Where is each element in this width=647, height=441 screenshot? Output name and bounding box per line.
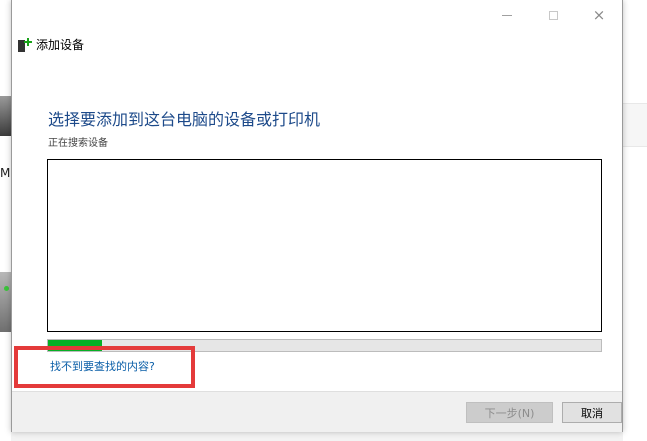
maximize-button[interactable] [530,0,576,30]
page-heading: 选择要添加到这台电脑的设备或打印机 [48,110,321,129]
close-button[interactable]: × [576,0,622,30]
background-device-image-2 [0,272,11,332]
dialog-title: 添加设备 [36,38,85,52]
minimize-button[interactable] [484,0,530,30]
search-status-text: 正在搜索设备 [48,138,108,149]
search-progress-bar [47,339,602,352]
dialog-title-bar: 添加设备 [18,36,84,53]
minimize-icon [502,14,512,16]
background-partial-label: M [0,166,11,180]
dialog-footer: 下一步(N) 取消 [12,391,622,432]
background-list-band [623,103,647,147]
background-window-left [0,0,11,441]
window-controls: × [484,0,622,30]
maximize-icon [548,10,558,20]
add-device-dialog: × 添加设备 选择要添加到这台电脑的设备或打印机 正在搜索设备 找不到要查找的内… [11,0,623,432]
background-led-icon [4,286,9,291]
background-window-right [623,0,647,441]
search-progress-fill [48,340,102,351]
cancel-button[interactable]: 取消 [562,402,622,423]
background-device-image [0,96,11,136]
next-button[interactable]: 下一步(N) [466,402,553,423]
close-icon: × [592,5,606,24]
help-link[interactable]: 找不到要查找的内容? [50,358,155,374]
add-device-icon [18,37,32,53]
device-list[interactable] [47,159,602,332]
